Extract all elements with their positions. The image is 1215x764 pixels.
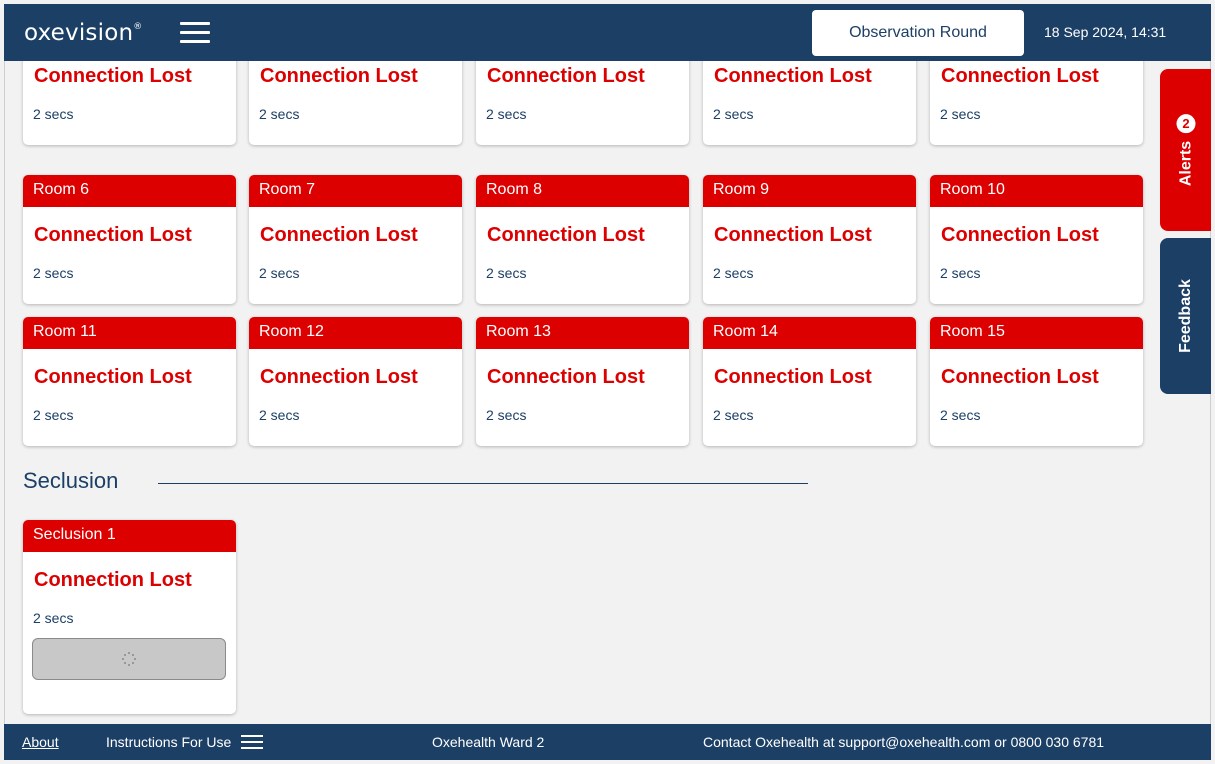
room-card[interactable]: Room 13 Connection Lost 2 secs [476, 317, 689, 446]
alerts-tab[interactable]: Alerts 2 [1160, 69, 1211, 231]
seclusion-action-button[interactable] [32, 638, 226, 680]
room-card[interactable]: Room 14 Connection Lost 2 secs [703, 317, 916, 446]
room-name: Room 15 [930, 317, 1143, 349]
room-elapsed-time: 2 secs [940, 265, 981, 281]
current-datetime: 18 Sep 2024, 14:31 [1044, 24, 1167, 40]
room-elapsed-time: 2 secs [33, 265, 74, 281]
seclusion-heading: Seclusion [23, 468, 119, 493]
about-link[interactable]: About [22, 734, 59, 750]
room-card[interactable]: Room 6 Connection Lost 2 secs [23, 175, 236, 304]
room-card[interactable]: Room 10 Connection Lost 2 secs [930, 175, 1143, 304]
room-card[interactable]: Connection Lost 2 secs [476, 61, 689, 145]
room-elapsed-time: 2 secs [713, 407, 754, 423]
room-status: Connection Lost [714, 366, 872, 388]
room-card[interactable]: Connection Lost 2 secs [703, 61, 916, 145]
room-elapsed-time: 2 secs [259, 265, 300, 281]
room-elapsed-time: 2 secs [713, 106, 754, 122]
instructions-label: Instructions For Use [106, 734, 232, 750]
room-card[interactable]: Room 9 Connection Lost 2 secs [703, 175, 916, 304]
room-name: Room 11 [23, 317, 236, 349]
feedback-tab[interactable]: Feedback [1160, 238, 1211, 394]
room-card[interactable]: Connection Lost 2 secs [930, 61, 1143, 145]
room-status: Connection Lost [941, 65, 1099, 87]
room-card[interactable]: Room 8 Connection Lost 2 secs [476, 175, 689, 304]
footer-bar: About Instructions For Use Oxehealth War… [4, 724, 1211, 760]
menu-icon [241, 735, 264, 749]
room-elapsed-time: 2 secs [486, 407, 527, 423]
room-elapsed-time: 2 secs [940, 106, 981, 122]
room-card[interactable]: Connection Lost 2 secs [249, 61, 462, 145]
main-menu-icon[interactable] [180, 22, 210, 44]
room-name: Room 12 [249, 317, 462, 349]
room-elapsed-time: 2 secs [486, 106, 527, 122]
support-contact: Contact Oxehealth at support@oxehealth.c… [703, 734, 1105, 750]
room-name: Room 8 [476, 175, 689, 207]
room-status: Connection Lost [260, 224, 418, 246]
room-status: Connection Lost [941, 366, 1099, 388]
room-status: Connection Lost [34, 224, 192, 246]
observation-round-button[interactable]: Observation Round [812, 10, 1024, 56]
room-status: Connection Lost [260, 65, 418, 87]
room-card[interactable]: Room 7 Connection Lost 2 secs [249, 175, 462, 304]
seclusion-card[interactable]: Seclusion 1 Connection Lost 2 secs [23, 520, 236, 714]
room-elapsed-time: 2 secs [259, 407, 300, 423]
room-elapsed-time: 2 secs [33, 407, 74, 423]
top-bar: oxevision® Observation Round 18 Sep 2024… [4, 4, 1211, 61]
room-name: Room 10 [930, 175, 1143, 207]
room-name: Room 9 [703, 175, 916, 207]
feedback-tab-label: Feedback [1176, 279, 1194, 353]
instructions-for-use-link[interactable]: Instructions For Use [106, 734, 264, 750]
room-name: Room 7 [249, 175, 462, 207]
loading-spinner-icon [122, 652, 136, 666]
oxevision-logo: oxevision® [24, 20, 143, 46]
room-status: Connection Lost [487, 224, 645, 246]
room-elapsed-time: 2 secs [259, 106, 300, 122]
room-name: Room 6 [23, 175, 236, 207]
room-status: Connection Lost [34, 569, 192, 591]
alerts-count-badge: 2 [1176, 113, 1195, 133]
room-card[interactable]: Connection Lost 2 secs [23, 61, 236, 145]
room-elapsed-time: 2 secs [713, 265, 754, 281]
room-status: Connection Lost [487, 366, 645, 388]
room-grid-area: Connection Lost 2 secs Connection Lost 2 se… [4, 61, 1211, 724]
section-divider [158, 483, 808, 484]
room-status: Connection Lost [714, 224, 872, 246]
room-status: Connection Lost [34, 366, 192, 388]
room-name: Room 13 [476, 317, 689, 349]
alerts-tab-label: Alerts [1176, 140, 1194, 187]
room-status: Connection Lost [714, 65, 872, 87]
room-elapsed-time: 2 secs [33, 610, 74, 626]
room-status: Connection Lost [487, 65, 645, 87]
room-elapsed-time: 2 secs [486, 265, 527, 281]
app-window: oxevision® Observation Round 18 Sep 2024… [4, 4, 1211, 760]
room-status: Connection Lost [941, 224, 1099, 246]
room-elapsed-time: 2 secs [940, 407, 981, 423]
room-card[interactable]: Room 12 Connection Lost 2 secs [249, 317, 462, 446]
room-status: Connection Lost [34, 65, 192, 87]
room-card[interactable]: Room 15 Connection Lost 2 secs [930, 317, 1143, 446]
room-card[interactable]: Room 11 Connection Lost 2 secs [23, 317, 236, 446]
ward-name: Oxehealth Ward 2 [432, 734, 545, 750]
room-elapsed-time: 2 secs [33, 106, 74, 122]
room-name: Seclusion 1 [23, 520, 236, 552]
room-status: Connection Lost [260, 366, 418, 388]
room-name: Room 14 [703, 317, 916, 349]
